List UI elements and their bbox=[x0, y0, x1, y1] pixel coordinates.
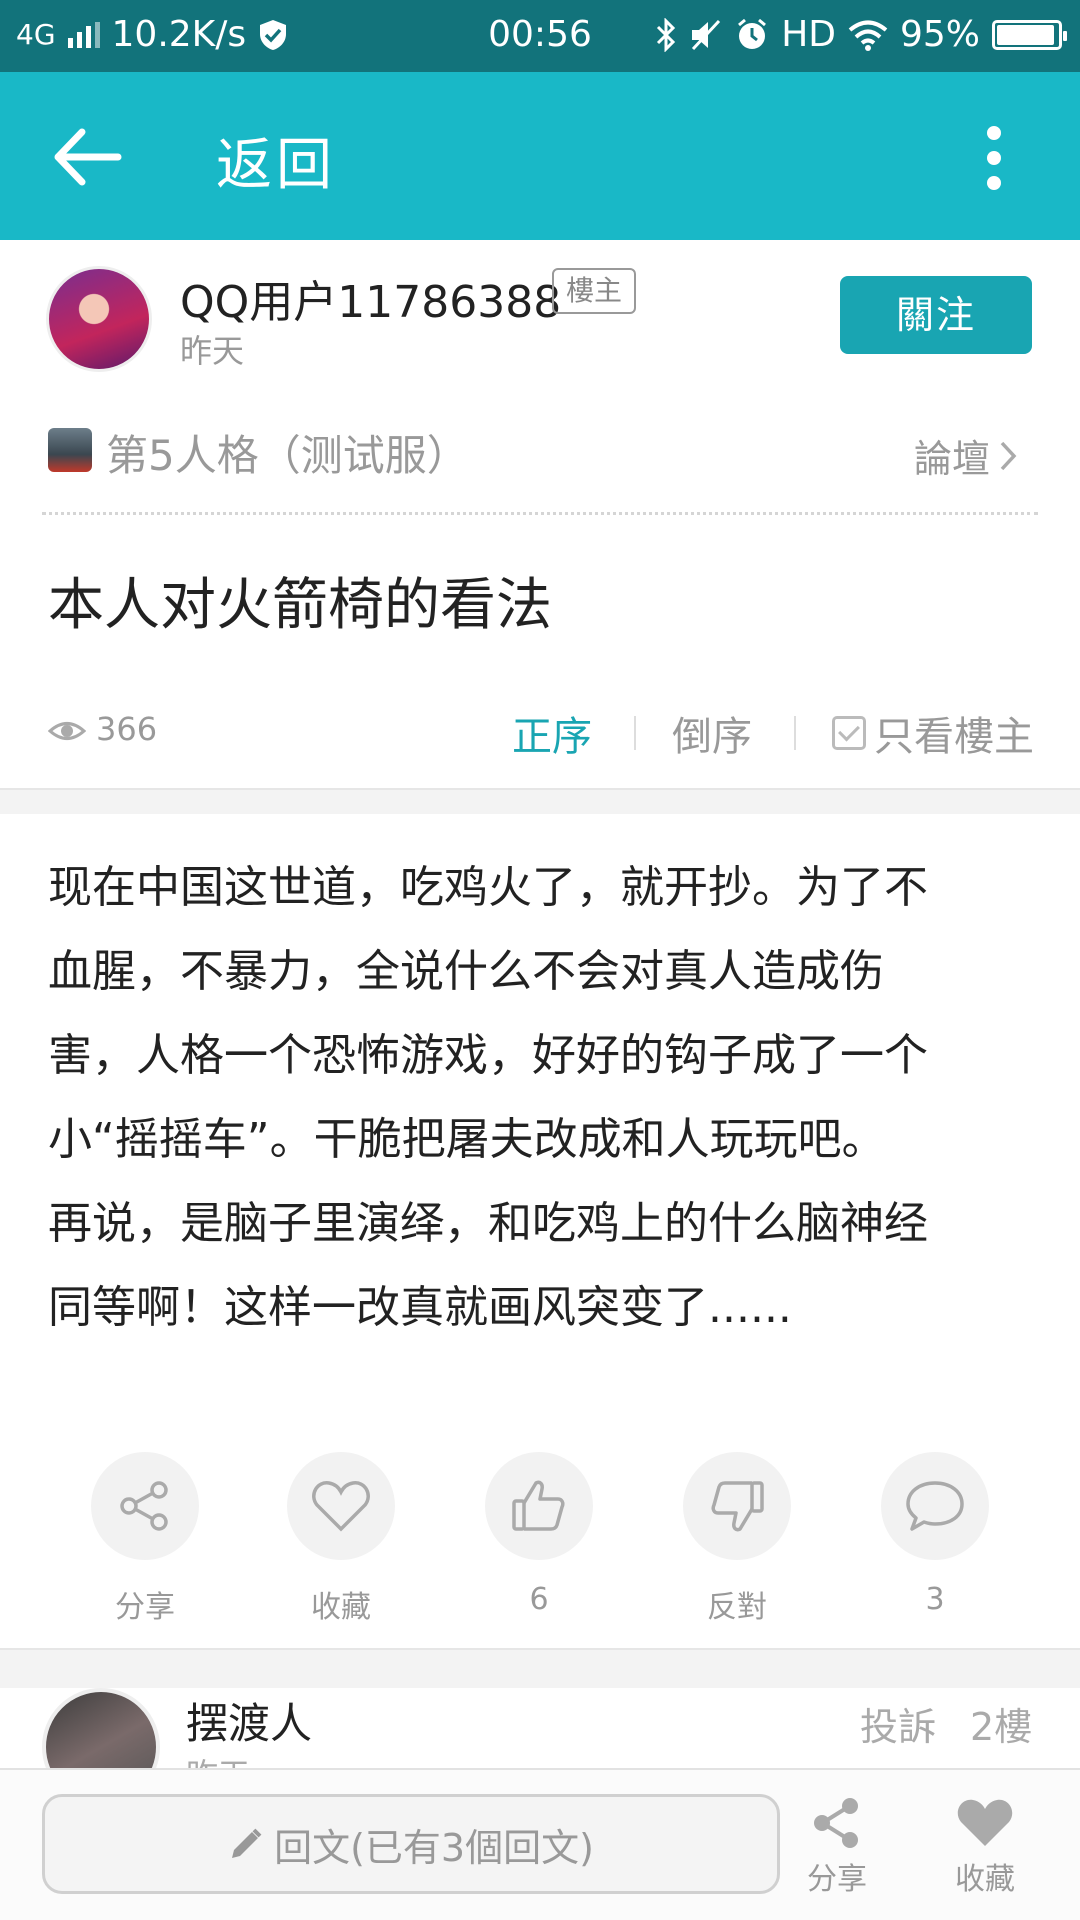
comment-bubble-icon bbox=[906, 1481, 964, 1531]
post-time: 昨天 bbox=[180, 332, 245, 370]
body-line: 血腥，不暴力，全说什么不会对真人造成伤 bbox=[48, 946, 884, 997]
op-only-label: 只看樓主 bbox=[874, 714, 1034, 760]
op-badge: 樓主 bbox=[552, 268, 637, 314]
reply-author-name[interactable]: 摆渡人 bbox=[186, 1690, 312, 1751]
comment-action[interactable]: 3 bbox=[880, 1452, 990, 1617]
chevron-right-icon bbox=[1000, 441, 1017, 470]
body-line: 害，人格一个恐怖游戏，好好的钩子成了一个 bbox=[48, 1030, 928, 1081]
follow-button[interactable]: 關注 bbox=[840, 276, 1032, 354]
floor-number: 2樓 bbox=[970, 1705, 1033, 1749]
battery-fill bbox=[997, 24, 1054, 45]
thumbs-up-icon bbox=[512, 1480, 565, 1531]
like-action[interactable]: 6 bbox=[484, 1452, 594, 1617]
author-avatar[interactable] bbox=[46, 266, 152, 372]
post-title: 本人对火箭椅的看法 bbox=[48, 573, 552, 638]
bluetooth-icon bbox=[657, 17, 676, 52]
sort-ascending-tab[interactable]: 正序 bbox=[512, 704, 592, 762]
post-body: 现在中国这世道，吃鸡火了，就开抄。为了不 血腥，不暴力，全说什么不会对真人造成伤… bbox=[48, 846, 1038, 1350]
section-gap bbox=[0, 788, 1080, 814]
reply-placeholder: 回文(已有3個回文) bbox=[274, 1825, 594, 1870]
battery-percent: 95% bbox=[899, 14, 980, 55]
game-icon[interactable] bbox=[48, 428, 92, 472]
thumbs-down-icon bbox=[711, 1481, 764, 1532]
body-line: 再说，是脑子里演绎，和吃鸡上的什么脑神经 bbox=[48, 1198, 928, 1249]
body-line: 小“摇摇车”。干脆把屠夫改成和人玩玩吧。 bbox=[48, 1114, 886, 1165]
status-bar: 4G 10.2K/s 00:56 HD 95% bbox=[0, 0, 1080, 72]
bottom-favorite-button[interactable]: 收藏 bbox=[930, 1796, 1040, 1898]
eye-icon bbox=[48, 722, 86, 740]
author-name[interactable]: QQ用户11786388 bbox=[180, 266, 561, 330]
checkbox-icon[interactable] bbox=[832, 716, 866, 750]
sort-descending-tab[interactable]: 倒序 bbox=[672, 704, 752, 762]
reply-input[interactable]: 回文(已有3個回文) bbox=[42, 1794, 780, 1894]
separator bbox=[794, 716, 796, 750]
heart-icon bbox=[957, 1799, 1013, 1846]
view-count: 366 bbox=[96, 710, 158, 748]
oppose-button[interactable] bbox=[683, 1452, 791, 1560]
like-count: 6 bbox=[529, 1582, 549, 1617]
forum-name[interactable]: 第5人格（测试服） bbox=[106, 422, 469, 483]
favorite-action[interactable]: 收藏 bbox=[286, 1452, 396, 1626]
oppose-label: 反對 bbox=[707, 1590, 767, 1625]
share-label: 分享 bbox=[115, 1590, 175, 1625]
op-only-filter[interactable]: 只看樓主 bbox=[832, 704, 1034, 762]
app-bar: 返回 bbox=[0, 72, 1080, 240]
forum-link-label: 論壇 bbox=[914, 437, 991, 481]
separator bbox=[634, 716, 636, 750]
bottom-share-label: 分享 bbox=[807, 1862, 867, 1897]
comment-count: 3 bbox=[925, 1582, 945, 1617]
alarm-icon bbox=[738, 18, 767, 49]
share-action[interactable]: 分享 bbox=[90, 1452, 200, 1626]
bottom-share-button[interactable]: 分享 bbox=[782, 1796, 892, 1898]
report-button[interactable]: 投訴 bbox=[860, 1696, 936, 1751]
pencil-icon bbox=[232, 1828, 262, 1858]
status-right: HD 95% bbox=[655, 14, 1067, 55]
battery-icon bbox=[992, 19, 1067, 50]
share-icon bbox=[814, 1798, 858, 1848]
body-line: 同等啊！这样一改真就画风突变了...... bbox=[48, 1282, 792, 1333]
heart-icon bbox=[312, 1481, 370, 1532]
forum-link[interactable]: 論壇 bbox=[914, 428, 1018, 483]
more-options-icon[interactable] bbox=[980, 126, 1008, 190]
like-button[interactable] bbox=[485, 1452, 593, 1560]
section-gap bbox=[0, 1648, 1080, 1688]
back-arrow-icon[interactable] bbox=[52, 122, 132, 192]
favorite-button[interactable] bbox=[287, 1452, 395, 1560]
body-line: 现在中国这世道，吃鸡火了，就开抄。为了不 bbox=[48, 862, 928, 913]
share-icon bbox=[120, 1481, 168, 1531]
comment-button[interactable] bbox=[881, 1452, 989, 1560]
back-button-label[interactable]: 返回 bbox=[216, 120, 336, 201]
hd-label: HD bbox=[781, 14, 836, 55]
share-button[interactable] bbox=[91, 1452, 199, 1560]
mute-icon bbox=[692, 19, 721, 50]
favorite-label: 收藏 bbox=[311, 1590, 371, 1625]
wifi-icon bbox=[848, 20, 888, 51]
divider bbox=[42, 512, 1038, 515]
bottom-favorite-label: 收藏 bbox=[955, 1862, 1015, 1897]
bottom-bar: 回文(已有3個回文) 分享 收藏 bbox=[0, 1768, 1080, 1920]
oppose-action[interactable]: 反對 bbox=[682, 1452, 792, 1626]
